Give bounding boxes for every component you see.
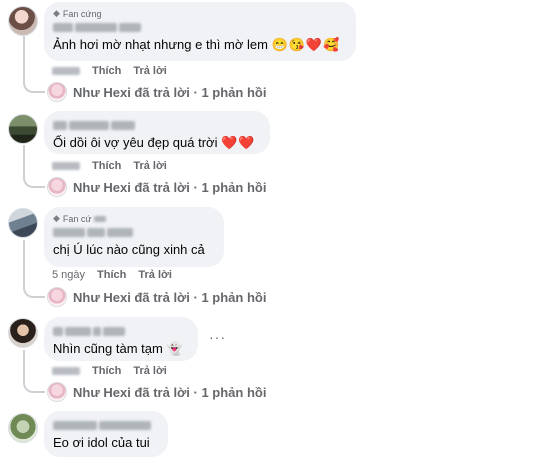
gem-icon: ◆ [53, 213, 60, 223]
like-button[interactable]: Thích [92, 65, 121, 77]
reply-thread-line [23, 36, 45, 93]
comment-bubble: Eo ơi idol của tui [44, 411, 168, 457]
comment-emoji: ❤️❤️ [221, 135, 256, 150]
commenter-avatar[interactable] [8, 208, 38, 238]
commenter-name-redacted[interactable] [53, 419, 156, 432]
timestamp-redacted[interactable] [52, 67, 80, 75]
comment-timestamp[interactable]: 5 ngày [52, 269, 85, 281]
reply-thread-line [23, 240, 45, 298]
view-replies-link[interactable]: Như Hexi đã trả lời · 1 phản hồi [47, 176, 266, 198]
comment-text: Ối dồi ôi vợ yêu đẹp quá trời ❤️❤️ [53, 134, 258, 151]
comment-emoji: 👻 [166, 341, 184, 356]
replier-avatar [47, 82, 67, 102]
comment-text: Eo ơi idol của tui [53, 434, 156, 451]
comment-body: Nhìn cũng tàm tạm [53, 341, 163, 356]
reply-button[interactable]: Trả lời [133, 365, 167, 377]
commenter-name-redacted[interactable] [53, 21, 344, 34]
view-replies-link[interactable]: Như Hexi đã trả lời · 1 phản hồi [47, 381, 266, 403]
timestamp-redacted[interactable] [52, 367, 80, 375]
more-options-icon[interactable]: ··· [209, 329, 226, 345]
badge-label: Fan cứ [62, 213, 92, 224]
comment-bubble: Nhìn cũng tàm tạm 👻 [44, 317, 198, 361]
comment-text: Nhìn cũng tàm tạm 👻 [53, 340, 186, 357]
commenter-name-redacted[interactable] [53, 119, 258, 132]
replies-summary: Như Hexi đã trả lời · 1 phản hồi [73, 289, 267, 305]
comment-body: Ảnh hơi mờ nhạt nhưng e thì mờ lem [53, 37, 268, 52]
gem-icon: ◆ [53, 8, 60, 18]
comment-actions: Thích Trả lời [52, 364, 167, 378]
comment-actions: 5 ngày Thích Trả lời [52, 268, 172, 282]
comment-actions: Thích Trả lời [52, 159, 167, 173]
comment-actions: Thích Trả lời [52, 64, 167, 78]
like-button[interactable]: Thích [97, 269, 126, 281]
replies-summary: Như Hexi đã trả lời · 1 phản hồi [73, 179, 267, 195]
reply-thread-line [23, 145, 45, 188]
commenter-name-redacted[interactable] [53, 325, 186, 338]
replies-summary: Như Hexi đã trả lời · 1 phản hồi [73, 84, 267, 100]
comment-body: chị Ú lúc nào cũng xinh cả [53, 242, 205, 257]
timestamp-redacted[interactable] [52, 162, 80, 170]
comment-bubble: ◆ Fan cứng Ảnh hơi mờ nhạt nhưng e thì mờ… [44, 2, 356, 61]
comment-bubble: Ối dồi ôi vợ yêu đẹp quá trời ❤️❤️ [44, 111, 270, 154]
view-replies-link[interactable]: Như Hexi đã trả lời · 1 phản hồi [47, 286, 266, 308]
comment-text: chị Ú lúc nào cũng xinh cả [53, 241, 212, 258]
view-replies-link[interactable]: Như Hexi đã trả lời · 1 phản hồi [47, 81, 266, 103]
fan-badge: ◆ Fan cứ [53, 213, 212, 224]
commenter-avatar[interactable] [8, 413, 38, 443]
replier-avatar [47, 287, 67, 307]
replier-avatar [47, 382, 67, 402]
replier-avatar [47, 177, 67, 197]
comment-emoji: 😁😘❤️🥰 [271, 37, 341, 52]
comment-text: Ảnh hơi mờ nhạt nhưng e thì mờ lem 😁😘❤️🥰 [53, 36, 344, 53]
commenter-name-redacted[interactable] [53, 226, 212, 239]
commenter-avatar[interactable] [8, 318, 38, 348]
reply-button[interactable]: Trả lời [133, 65, 167, 77]
comment-body: Eo ơi idol của tui [53, 435, 150, 450]
fan-badge: ◆ Fan cứng [53, 8, 344, 19]
badge-label: Fan cứng [62, 8, 102, 19]
comment-bubble: ◆ Fan cứ chị Ú lúc nào cũng xinh cả [44, 207, 224, 267]
replies-summary: Như Hexi đã trả lời · 1 phản hồi [73, 384, 267, 400]
like-button[interactable]: Thích [92, 160, 121, 172]
reply-button[interactable]: Trả lời [138, 269, 172, 281]
commenter-avatar[interactable] [8, 6, 38, 36]
reply-button[interactable]: Trả lời [133, 160, 167, 172]
commenter-avatar[interactable] [8, 114, 38, 144]
like-button[interactable]: Thích [92, 365, 121, 377]
reply-thread-line [23, 350, 45, 393]
comment-body: Ối dồi ôi vợ yêu đẹp quá trời [53, 135, 218, 150]
